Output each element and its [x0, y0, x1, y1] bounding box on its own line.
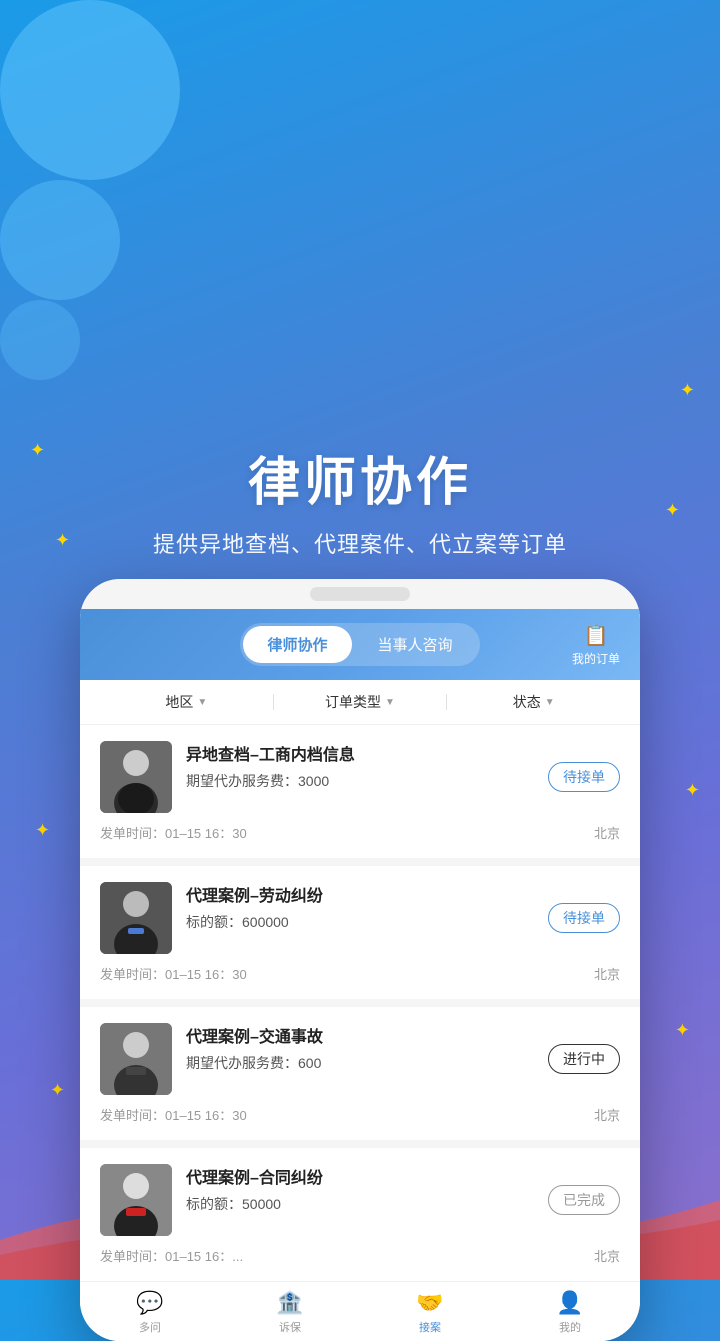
order-amount-3: 期望代办服务费：600	[186, 1053, 534, 1073]
order-status-1[interactable]: 待接单	[548, 767, 620, 787]
tab-client-consult[interactable]: 当事人咨询	[354, 626, 477, 663]
order-info-4: 代理案例–合同纠纷 标的额：50000	[186, 1164, 534, 1214]
status-badge-4: 已完成	[548, 1185, 620, 1215]
filter-order-type-arrow: ▼	[385, 697, 395, 708]
order-location-2: 北京	[594, 964, 620, 983]
order-card-2[interactable]: 代理案例–劳动纠纷 标的额：600000 待接单 发单时间：01–15 16：3…	[80, 866, 640, 1007]
order-card-3[interactable]: 代理案例–交通事故 期望代办服务费：600 进行中 发单时间：01–15 16：…	[80, 1007, 640, 1148]
order-title-3: 代理案例–交通事故	[186, 1023, 534, 1047]
nav-item-mine[interactable]: 👤 我的	[500, 1290, 640, 1335]
status-badge-3: 进行中	[548, 1044, 620, 1074]
order-time-4: 发单时间：01–15 16：...	[100, 1246, 243, 1265]
tab-lawyer-collab[interactable]: 律师协作	[243, 626, 351, 663]
order-avatar-1	[100, 741, 172, 813]
filter-region[interactable]: 地区 ▼	[100, 692, 273, 712]
order-avatar-2	[100, 882, 172, 954]
order-location-3: 北京	[594, 1105, 620, 1124]
status-badge-1: 待接单	[548, 762, 620, 792]
mine-icon: 👤	[556, 1290, 583, 1316]
star-7: ✦	[675, 1020, 690, 1041]
order-status-3[interactable]: 进行中	[548, 1049, 620, 1069]
order-info-2: 代理案例–劳动纠纷 标的额：600000	[186, 882, 534, 932]
star-8: ✦	[50, 1080, 65, 1101]
star-5: ✦	[685, 780, 700, 801]
filter-status-label: 状态	[513, 692, 541, 712]
filter-bar: 地区 ▼ 订单类型 ▼ 状态 ▼	[80, 680, 640, 725]
order-card-1[interactable]: 异地查档–工商内档信息 期望代办服务费：3000 待接单 发单时间：01–15 …	[80, 725, 640, 866]
protect-icon: 🏦	[276, 1290, 303, 1316]
ask-icon: 💬	[136, 1290, 163, 1316]
accept-icon: 🤝	[416, 1290, 443, 1316]
order-status-4[interactable]: 已完成	[548, 1190, 620, 1210]
phone-notch	[310, 587, 410, 601]
order-status-2[interactable]: 待接单	[548, 908, 620, 928]
tab-group: 律师协作 当事人咨询	[240, 623, 479, 666]
filter-order-type-label: 订单类型	[325, 692, 381, 712]
nav-item-protect[interactable]: 🏦 诉保	[220, 1290, 360, 1335]
order-amount-2: 标的额：600000	[186, 912, 534, 932]
nav-item-accept[interactable]: 🤝 接案	[360, 1290, 500, 1335]
filter-region-arrow: ▼	[197, 697, 207, 708]
my-orders-label: 我的订单	[572, 650, 620, 667]
app-content: 律师协作 当事人咨询 📋 我的订单 地区 ▼ 订单类型 ▼ 状态 ▼	[80, 609, 640, 1341]
order-location-1: 北京	[594, 823, 620, 842]
order-title-1: 异地查档–工商内档信息	[186, 741, 534, 765]
bg-circle-1	[0, 0, 180, 180]
bottom-nav: 💬 多问 🏦 诉保 🤝 接案 👤 我的	[80, 1281, 640, 1341]
page-title: 律师协作	[0, 440, 720, 515]
nav-label-protect: 诉保	[279, 1319, 301, 1335]
filter-order-type[interactable]: 订单类型 ▼	[274, 692, 447, 712]
order-card-4[interactable]: 代理案例–合同纠纷 标的额：50000 已完成 发单时间：01–15 16：..…	[80, 1148, 640, 1281]
order-title-2: 代理案例–劳动纠纷	[186, 882, 534, 906]
star-6: ✦	[35, 820, 50, 841]
filter-region-label: 地区	[165, 692, 193, 712]
status-badge-2: 待接单	[548, 903, 620, 933]
order-amount-4: 标的额：50000	[186, 1194, 534, 1214]
my-orders-button[interactable]: 📋 我的订单	[572, 623, 620, 667]
order-amount-1: 期望代办服务费：3000	[186, 771, 534, 791]
bg-circle-2	[0, 180, 120, 300]
order-time-2: 发单时间：01–15 16：30	[100, 964, 247, 983]
phone-mockup: 律师协作 当事人咨询 📋 我的订单 地区 ▼ 订单类型 ▼ 状态 ▼	[80, 579, 640, 1341]
filter-status[interactable]: 状态 ▼	[447, 692, 620, 712]
orders-icon: 📋	[584, 623, 609, 648]
nav-label-mine: 我的	[559, 1319, 581, 1335]
order-info-1: 异地查档–工商内档信息 期望代办服务费：3000	[186, 741, 534, 791]
order-avatar-4	[100, 1164, 172, 1236]
order-title-4: 代理案例–合同纠纷	[186, 1164, 534, 1188]
order-location-4: 北京	[594, 1246, 620, 1265]
page-subtitle: 提供异地查档、代理案件、代立案等订单	[0, 527, 720, 559]
nav-label-ask: 多问	[139, 1319, 161, 1335]
bg-circle-3	[0, 300, 80, 380]
order-time-1: 发单时间：01–15 16：30	[100, 823, 247, 842]
phone-top-bar	[80, 579, 640, 609]
app-tab-bar: 律师协作 当事人咨询 📋 我的订单	[80, 609, 640, 680]
order-avatar-3	[100, 1023, 172, 1095]
header-section: 律师协作 提供异地查档、代理案件、代立案等订单	[0, 380, 720, 579]
order-list: 异地查档–工商内档信息 期望代办服务费：3000 待接单 发单时间：01–15 …	[80, 725, 640, 1281]
filter-status-arrow: ▼	[545, 697, 555, 708]
nav-label-accept: 接案	[419, 1319, 441, 1335]
order-time-3: 发单时间：01–15 16：30	[100, 1105, 247, 1124]
nav-item-ask[interactable]: 💬 多问	[80, 1290, 220, 1335]
order-info-3: 代理案例–交通事故 期望代办服务费：600	[186, 1023, 534, 1073]
